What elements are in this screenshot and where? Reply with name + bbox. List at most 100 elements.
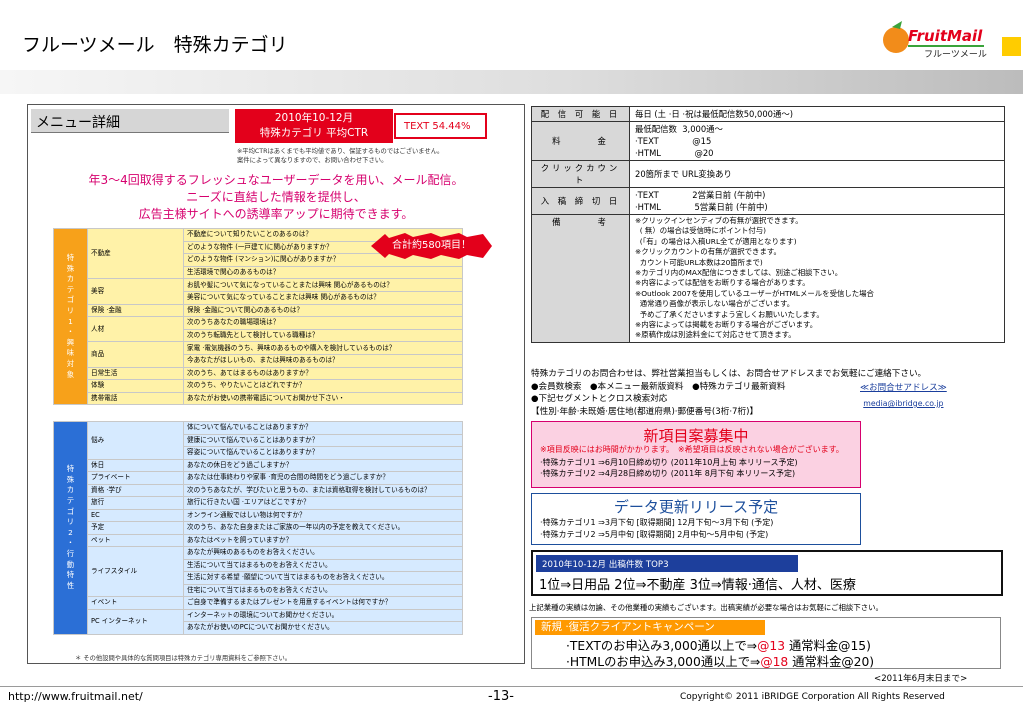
delivery-value-line: 通常通り画像が表示しない場合がございます。 [635,299,795,309]
delivery-value: ·TEXT 2営業日前 (午前中) ·HTML 5営業日前 (午前中) [629,187,1005,215]
top3-header: 2010年10-12月 出稿件数 TOP3 [536,555,798,572]
campaign-box: 新規 ·復活クライアントキャンペーン ·TEXTのお申込み3,000通以上で⇒@… [531,617,1001,669]
group-side-char: 象 [66,369,75,379]
new-items-line: ·特殊カテゴリ1 ⇒6月10日締め切り (2011年10月上旬 本リリース予定) [540,458,798,467]
delivery-label: 料 金 [531,121,630,161]
delivery-row: 料 金最低配信数 3,000通～ ·TEXT @15 ·HTML @20 [531,121,1005,161]
group-side-char: ゴ [66,506,75,516]
campaign-html-price: @18 [760,655,789,669]
delivery-row: 配 信 可 能 日毎日 (土 ·日 ·祝は最低配信数50,000通～) [531,106,1005,122]
table-row: 体験 次のうち、やりたいことはどれですか？ [54,379,463,393]
contact-email-link[interactable]: media@ibridge.co.jp [860,396,947,411]
delivery-value-line: カウント可能URL本数は20箇所まで) [635,257,763,267]
delivery-value: 20箇所まで URL変換あり [629,160,1005,188]
new-items-box: 新項目案募集中 ※項目反映にはお時間がかかります。 ※希望項目は反映されない場合… [531,421,861,488]
campaign-html-line: ·HTMLのお申込み3,000通以上で⇒@18 通常料金@20) [566,652,874,670]
delivery-value: ※クリックインセンティブの有無が選択できます。 ( 無）の場合は受信時にポイント… [629,214,1005,343]
campaign-html-post: 通常料金@20) [788,655,875,669]
group-side-label: 特殊カテゴリ 2 ・行動特性 [53,421,88,635]
category-table: 特殊カテゴリ 2 ・行動特性悩み 体について悩んでいることはありますか？ 健康について悩… [53,421,463,635]
table-row: EC オンライン通販ではしい物は何ですか？ [54,508,463,522]
contact-address: ≪お問合せアドレス≫ media@ibridge.co.jp [860,381,947,411]
delivery-row: クリックカウント 20箇所まで URL変換あり [531,160,1005,188]
question-cell: 体について悩んでいることはありますか？ [183,421,463,435]
logo-text: FruitMail [908,27,983,45]
delivery-label: 備 考 [531,214,630,343]
delivery-value-line: ·TEXT 2営業日前 (午前中) [635,190,766,200]
footer-divider [0,686,1023,687]
table-row: 人材 次のうちあなたの職場環境は？ [54,316,463,343]
group-side-char: カ [66,485,75,495]
group-side-char: リ [66,517,75,527]
ctr-note-line: 案件によって異なりますので、お問い合わせ下さい。 [237,157,388,164]
question-cell: インターネットの環境についてお聞かせください。 [183,608,463,622]
group-side-char: 殊 [66,263,75,273]
delivery-label: 入 稿 締 切 日 [531,187,630,215]
delivery-value-line: ※内容によっては配信をお断りする場合があります。 [635,278,810,288]
group-side-char: 1 [68,316,73,326]
new-items-notes: ※項目反映にはお時間がかかります。 ※希望項目は反映されない場合がございます。 [540,445,844,454]
question-cell: あなたがお使いの携帯電話についてお聞かせ下さい・ [183,391,463,406]
delivery-value: 毎日 (土 ·日 ·祝は最低配信数50,000通～) [629,106,1005,122]
group-side-char: 動 [66,559,75,569]
question-cell: 次のうち、やりたいことはどれですか？ [183,379,463,393]
table-row: 日常生活 次のうち、あてはまるものはありますか？ [54,366,463,381]
group-side-char: 特 [66,464,75,474]
update-box: データ更新リリース予定 ·特殊カテゴリ1 ⇒3月下旬 [取得期間] 12月下旬～… [531,493,861,545]
category-name: 不動産 [87,227,184,280]
question-cell: 次のうち、あなた自身またはご家族の一年以内の予定を教えてください。 [183,521,463,535]
category-name: 美容 [87,278,184,305]
group-side-char: 対 [66,359,75,369]
badge-text: 合計約580項目！ [391,240,472,251]
category-name: 日常生活 [87,366,184,381]
ctr-value: TEXT 54.44% [394,113,487,139]
campaign-text-pre: ·TEXTのお申込み3,000通以上で⇒ [566,639,758,653]
campaign-text-price: @13 [757,639,786,653]
category-name: PC インターネット [87,608,184,635]
delivery-value-line: ·TEXT @15 [635,136,712,146]
update-title: データ更新リリース予定 [613,498,779,516]
group-side-char: 興 [66,337,75,347]
delivery-value-line: (「有」の場合は入稿URL全てが適用となります) [635,236,797,246]
category-name: ペット [87,533,184,547]
table-row: PC インターネット インターネットの環境についてお聞かせください。 [54,608,463,635]
blurb-line: ニーズに直結した情報を提供し、 [186,190,366,204]
table-row: 携帯電話 あなたがお使いの携帯電話についてお聞かせ下さい・ [54,391,463,406]
group-side-char: ・ [66,538,75,548]
table-row: 特殊カテゴリ 2 ・行動特性悩み 体について悩んでいることはありますか？ [53,421,463,635]
top3-value: 1位⇒日用品 2位⇒不動産 3位⇒情報·通信、人材、医療 [539,578,856,593]
delivery-label: 配 信 可 能 日 [531,106,630,122]
table-row: 旅行 旅行に行きたい国 ·エリアはどこですか？ [54,496,463,510]
delivery-value-line: ※カテゴリ内のMAX配信につきましては、別途ご相談下さい。 [635,268,843,278]
header-bar [0,70,1023,94]
question-cell: 生活に対する希望 ·願望について当てはまるものをお答えください。 [183,571,463,585]
question-cell: あなたは仕事終わりや家事 ·育児の合間の時間をどう過ごしますか？ [183,471,463,485]
group-side-char: 殊 [66,474,75,484]
table-row: プライベート あなたは仕事終わりや家事 ·育児の合間の時間をどう過ごしますか？ [54,471,463,485]
question-cell: 保険 ·金融について関心のあるものは？ [183,303,463,318]
category-name: イベント [87,596,184,610]
question-cell: 住宅について当てはまるものをお答えください。 [183,583,463,597]
delivery-value-line: ※クリックインセンティブの有無が選択できます。 [635,216,803,225]
footer-url[interactable]: http://www.fruitmail.net/ [8,690,143,703]
page-title: フルーツメール 特殊カテゴリ [22,34,288,56]
delivery-table: 配 信 可 能 日毎日 (土 ·日 ·祝は最低配信数50,000通～) 料 金最低… [531,106,1005,343]
group-side-char: 2 [68,527,73,537]
category-table-2: 特殊カテゴリ 2 ・行動特性悩み 体について悩んでいることはありますか？ 健康について悩… [53,421,463,635]
table-row: 休日 あなたの休日をどう過ごしますか？ [54,458,463,472]
contact-address-label: ≪お問合せアドレス≫ [860,383,947,393]
category-name: 体験 [87,379,184,393]
delivery-row: 入 稿 締 切 日 ·TEXT 2営業日前 (午前中) ·HTML 5営業日前 (午… [531,187,1005,215]
question-cell: あなたがお使いのPCについてお聞かせください。 [183,621,463,635]
question-cell: ご自身で準備するまたはプレゼントを用意するイベントは何ですか？ [183,596,463,610]
campaign-period: <2011年6月末日まで> [874,674,968,684]
category-name: EC [87,508,184,522]
campaign-header: 新規 ·復活クライアントキャンペーン [535,620,765,635]
question-cell: 容姿について悩んでいることはありますか？ [183,446,463,460]
achievements-note: 上記業種の実績は勿論、その他業種の実績もございます。出稿実績が必要な場合はお気軽… [529,603,883,612]
group-side-label: 特殊カテゴリ 1 ・興味対象 [53,227,88,406]
delivery-label: クリックカウント [531,160,630,188]
contact-line: 特殊カテゴリのお問合わせは、弊社営業担当もしくは、お問合せアドレスまでお気軽にご… [531,369,927,379]
group-side-char: ゴ [66,295,75,305]
delivery-value-line: ·HTML @20 [635,148,714,158]
